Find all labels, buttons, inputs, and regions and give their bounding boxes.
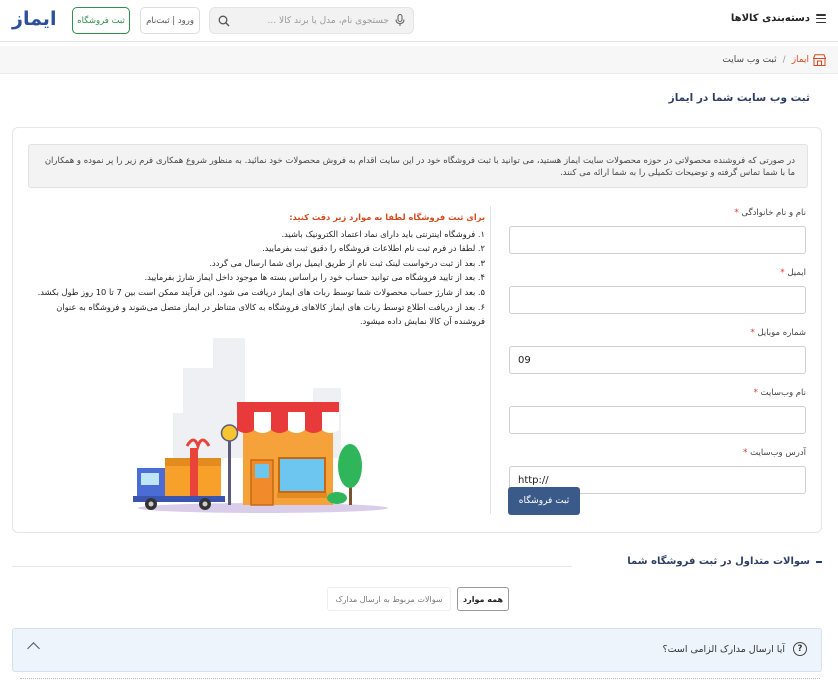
fullname-input[interactable] xyxy=(509,226,806,254)
breadcrumb-separator: / xyxy=(782,54,786,65)
microphone-icon[interactable] xyxy=(395,14,405,27)
register-store-button[interactable]: ثبت فروشگاه xyxy=(72,7,130,34)
submit-store-button[interactable]: ثبت فروشگاه xyxy=(508,487,580,515)
instructions-title: برای ثبت فروشگاه لطفا به موارد زیر دقت ک… xyxy=(289,212,485,222)
faq-divider xyxy=(12,566,572,567)
required-mark: * xyxy=(750,328,755,338)
required-mark: * xyxy=(734,208,739,218)
notice-box: در صورتی که فروشنده محصولاتی در حوزه محص… xyxy=(28,144,808,188)
mobile-label: شماره موبایل * xyxy=(506,328,806,340)
instruction-item: ۲. لطفا در فرم ثبت نام اطلاعات فروشگاه ر… xyxy=(262,243,485,254)
breadcrumb-home-label: ایماز xyxy=(791,54,809,65)
instruction-item: ۱. فروشگاه اینترنتی باید دارای نماد اعتم… xyxy=(281,228,485,239)
categories-menu-label: دسته‌بندی کالاها xyxy=(730,13,810,24)
required-mark: * xyxy=(780,268,785,278)
required-mark: * xyxy=(743,448,748,458)
instruction-item: ۵. بعد از شارژ حساب محصولات شما توسط ربا… xyxy=(37,286,485,297)
required-mark: * xyxy=(753,388,758,398)
website-name-label-text: نام وب‌سایت xyxy=(760,388,806,398)
site-logo[interactable]: ایماز xyxy=(12,8,56,30)
categories-menu-button[interactable]: دسته‌بندی کالاها xyxy=(731,13,826,24)
faq-question: ? آیا ارسال مدارک الزامی است؟ xyxy=(663,642,807,656)
website-name-input[interactable] xyxy=(509,406,806,434)
hamburger-icon xyxy=(816,14,826,23)
mobile-label-text: شماره موبایل xyxy=(757,328,806,338)
faq-title: سوالات متداول در ثبت فروشگاه شما xyxy=(627,556,822,567)
email-label-text: ایمیل xyxy=(787,268,806,278)
faq-filter-documents[interactable]: سوالات مربوط به ارسال مدارک xyxy=(327,587,451,611)
email-label: ایمیل * xyxy=(506,268,806,280)
website-url-label: آدرس وب‌سایت * xyxy=(506,448,806,460)
fullname-label-text: نام و نام خانوادگی xyxy=(741,208,806,218)
search-input[interactable]: جستجوی نام، مدل یا برند کالا ... xyxy=(230,16,395,26)
question-circle-icon: ? xyxy=(793,642,807,656)
site-header: دسته‌بندی کالاها جستجوی نام، مدل یا برند… xyxy=(0,0,838,42)
faq-question-text: آیا ارسال مدارک الزامی است؟ xyxy=(662,643,785,655)
shop-awning xyxy=(237,402,339,433)
login-register-button[interactable]: ورود | ثبت‌نام xyxy=(140,7,200,34)
website-name-label: نام وب‌سایت * xyxy=(506,388,806,400)
mobile-input[interactable]: 09 xyxy=(509,346,806,374)
breadcrumb-current: ثبت وب سایت xyxy=(722,54,777,65)
logo-text: ایماز xyxy=(12,8,57,30)
breadcrumb: ایماز / ثبت وب سایت xyxy=(0,46,838,74)
page-title: ثبت وب سایت شما در ایماز xyxy=(668,92,810,104)
website-url-label-text: آدرس وب‌سایت xyxy=(750,448,806,458)
breadcrumb-home[interactable]: ایماز xyxy=(791,53,826,66)
chevron-up-icon[interactable] xyxy=(27,642,40,655)
title-accent-bar xyxy=(816,560,822,563)
faq-filter-all[interactable]: همه موارد xyxy=(457,587,509,611)
instruction-item: ۴. بعد از تایید فروشگاه می توانید حساب خ… xyxy=(144,272,485,283)
column-divider xyxy=(490,206,491,514)
faq-answer-preview xyxy=(20,678,820,684)
fullname-label: نام و نام خانوادگی * xyxy=(506,208,806,220)
email-field-group: ایمیل * xyxy=(506,268,806,314)
registration-form: نام و نام خانوادگی * ایمیل * شماره موبای… xyxy=(506,208,806,508)
search-icon[interactable] xyxy=(218,15,230,27)
website-name-field-group: نام وب‌سایت * xyxy=(506,388,806,434)
mobile-field-group: شماره موبایل * 09 xyxy=(506,328,806,374)
faq-title-text: سوالات متداول در ثبت فروشگاه شما xyxy=(627,556,810,567)
instruction-item: ۳. بعد از ثبت درخواست لینک ثبت نام از طر… xyxy=(209,257,485,268)
faq-accordion-item[interactable]: ? آیا ارسال مدارک الزامی است؟ xyxy=(12,628,822,672)
registration-card: در صورتی که فروشنده محصولاتی در حوزه محص… xyxy=(12,127,822,533)
store-icon xyxy=(813,53,826,66)
fullname-field-group: نام و نام خانوادگی * xyxy=(506,208,806,254)
store-illustration xyxy=(133,338,388,513)
email-input[interactable] xyxy=(509,286,806,314)
instructions-panel: برای ثبت فروشگاه لطفا به موارد زیر دقت ک… xyxy=(35,210,485,329)
search-box[interactable]: جستجوی نام، مدل یا برند کالا ... xyxy=(209,7,414,34)
